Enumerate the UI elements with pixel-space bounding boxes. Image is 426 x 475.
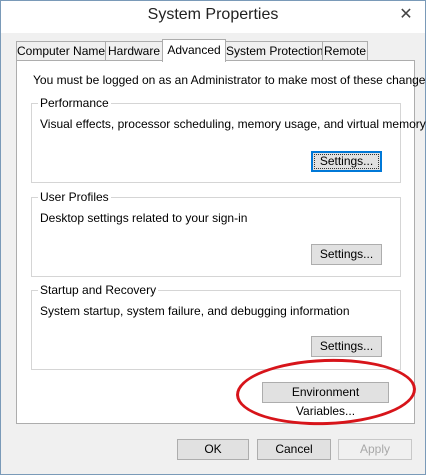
performance-settings-button[interactable]: Settings... [311,151,382,172]
tab-system-protection[interactable]: System Protection [225,41,323,60]
ok-button[interactable]: OK [177,439,249,460]
startup-recovery-label: Startup and Recovery [38,283,159,297]
tab-computer-name[interactable]: Computer Name [16,41,106,60]
startup-recovery-description: System startup, system failure, and debu… [40,304,350,318]
performance-group: Performance Visual effects, processor sc… [31,96,426,183]
user-profiles-description: Desktop settings related to your sign-in [40,211,248,225]
user-profiles-label: User Profiles [38,190,111,204]
startup-recovery-settings-button[interactable]: Settings... [311,336,382,357]
title-bar: System Properties ✕ [1,1,425,33]
startup-recovery-group: Startup and Recovery System startup, sys… [31,283,401,370]
user-profiles-group: User Profiles Desktop settings related t… [31,190,401,277]
window-title: System Properties [147,6,279,23]
advanced-tab-panel: You must be logged on as an Administrato… [16,60,426,424]
performance-label: Performance [38,96,111,110]
tab-advanced[interactable]: Advanced [162,39,226,62]
apply-button[interactable]: Apply [338,439,412,460]
tab-remote[interactable]: Remote [322,41,368,60]
cancel-button[interactable]: Cancel [257,439,331,460]
user-profiles-settings-button[interactable]: Settings... [311,244,382,265]
admin-note: You must be logged on as an Administrato… [33,73,426,87]
close-button[interactable]: ✕ [391,3,421,25]
performance-description: Visual effects, processor scheduling, me… [40,117,426,131]
tab-hardware[interactable]: Hardware [105,41,163,60]
system-properties-dialog: System Properties ✕ Computer Name Hardwa… [0,0,426,475]
environment-variables-button[interactable]: Environment Variables... [262,382,389,418]
